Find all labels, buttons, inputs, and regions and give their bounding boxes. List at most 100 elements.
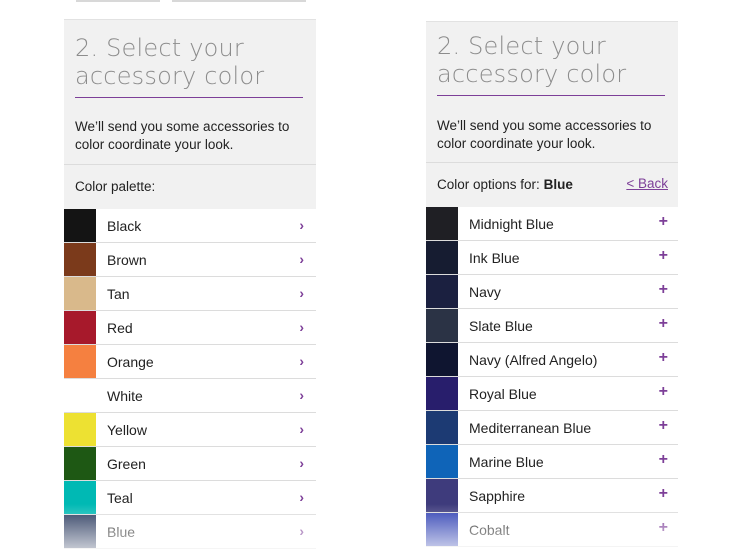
color-name: Ink Blue [469,250,520,266]
palette-row[interactable]: White › [64,379,316,413]
palette-row[interactable]: Green › [64,447,316,481]
chevron-right-icon[interactable]: › [299,353,304,369]
add-plus-icon[interactable]: + [659,247,668,265]
palette-row[interactable]: Orange › [64,345,316,379]
palette-row[interactable]: Tan › [64,277,316,311]
color-swatch [426,479,458,512]
color-swatch [426,207,458,240]
title-divider [437,95,665,96]
add-plus-icon[interactable]: + [659,451,668,469]
step-header: 2. Select your accessory color We’ll sen… [426,21,678,163]
title-divider [75,97,303,98]
palette-label: Color palette: [75,179,156,194]
color-swatch [426,445,458,478]
color-name: Mediterranean Blue [469,420,592,436]
step-description: We’ll send you some accessories to color… [437,118,652,151]
color-name: Teal [107,490,133,506]
chevron-right-icon[interactable]: › [299,455,304,471]
color-name: Navy [469,284,501,300]
back-link[interactable]: < Back [626,176,668,191]
top-tab-stub [172,0,306,2]
color-name: Red [107,320,133,336]
add-plus-icon[interactable]: + [659,315,668,333]
color-swatch [426,275,458,308]
chevron-right-icon[interactable]: › [299,319,304,335]
color-swatch [426,377,458,410]
top-tab-stub [76,0,160,2]
add-plus-icon[interactable]: + [659,349,668,367]
chevron-right-icon[interactable]: › [299,217,304,233]
color-option-row[interactable]: Ink Blue + [426,241,678,275]
color-option-row[interactable]: Royal Blue + [426,377,678,411]
palette-row[interactable]: Yellow › [64,413,316,447]
color-name: Marine Blue [469,454,544,470]
color-name: Tan [107,286,130,302]
color-name: Slate Blue [469,318,533,334]
selected-palette-name: Blue [543,177,573,192]
chevron-right-icon[interactable]: › [299,285,304,301]
color-name: Midnight Blue [469,216,554,232]
color-name: Blue [107,524,136,540]
color-option-row[interactable]: Midnight Blue + [426,207,678,241]
color-options-list: Midnight Blue + Ink Blue + Navy + Slate Blue + N… [426,207,678,547]
chevron-right-icon[interactable]: › [299,489,304,505]
chevron-right-icon[interactable]: › [299,523,304,539]
color-name: Black [107,218,142,234]
color-swatch [64,209,96,242]
palette-row[interactable]: Blue › [64,515,316,549]
color-name: Orange [107,354,154,370]
palette-row[interactable]: Teal › [64,481,316,515]
options-subhead: Color options for: Blue < Back [426,162,678,208]
color-name: Cobalt [469,522,510,538]
add-plus-icon[interactable]: + [659,485,668,503]
color-palette-panel: 2. Select your accessory color We’ll sen… [64,0,316,550]
color-option-row[interactable]: Mediterranean Blue + [426,411,678,445]
color-options-panel: 2. Select your accessory color We’ll sen… [426,0,678,550]
color-name: White [107,388,143,404]
color-option-row[interactable]: Cobalt + [426,513,678,547]
color-option-row[interactable]: Navy (Alfred Angelo) + [426,343,678,377]
add-plus-icon[interactable]: + [659,213,668,231]
options-label: Color options for: Blue [437,177,573,192]
color-option-row[interactable]: Slate Blue + [426,309,678,343]
color-swatch [64,345,96,378]
palette-row[interactable]: Black › [64,209,316,243]
add-plus-icon[interactable]: + [659,281,668,299]
add-plus-icon[interactable]: + [659,519,668,537]
color-swatch [64,311,96,344]
color-swatch [64,447,96,480]
color-swatch [426,241,458,274]
palette-row[interactable]: Red › [64,311,316,345]
color-swatch [64,481,96,514]
color-swatch [426,309,458,342]
color-option-row[interactable]: Navy + [426,275,678,309]
chevron-right-icon[interactable]: › [299,251,304,267]
palette-row[interactable]: Brown › [64,243,316,277]
color-swatch [426,343,458,376]
color-name: Brown [107,252,147,268]
step-title-line2: accessory color [437,60,627,88]
chevron-right-icon[interactable]: › [299,421,304,437]
color-palette-list: Black › Brown › Tan › Red › Orange › White › Yellow ›… [64,209,316,549]
step-title-line2: accessory color [75,62,265,90]
add-plus-icon[interactable]: + [659,383,668,401]
color-name: Navy (Alfred Angelo) [469,352,598,368]
step-header: 2. Select your accessory color We’ll sen… [64,19,316,165]
step-description: We’ll send you some accessories to color… [75,119,290,152]
color-swatch [64,277,96,310]
color-swatch [426,513,458,546]
add-plus-icon[interactable]: + [659,417,668,435]
options-label-prefix: Color options for: [437,177,540,192]
color-option-row[interactable]: Sapphire + [426,479,678,513]
color-swatch [426,411,458,444]
palette-subhead: Color palette: [64,164,316,210]
color-name: Green [107,456,146,472]
color-swatch [64,243,96,276]
color-name: Sapphire [469,488,526,504]
color-swatch [64,379,96,412]
color-swatch [64,515,96,548]
color-option-row[interactable]: Marine Blue + [426,445,678,479]
step-title-line1: 2. Select your [75,34,244,62]
color-name: Yellow [107,422,147,438]
chevron-right-icon[interactable]: › [299,387,304,403]
